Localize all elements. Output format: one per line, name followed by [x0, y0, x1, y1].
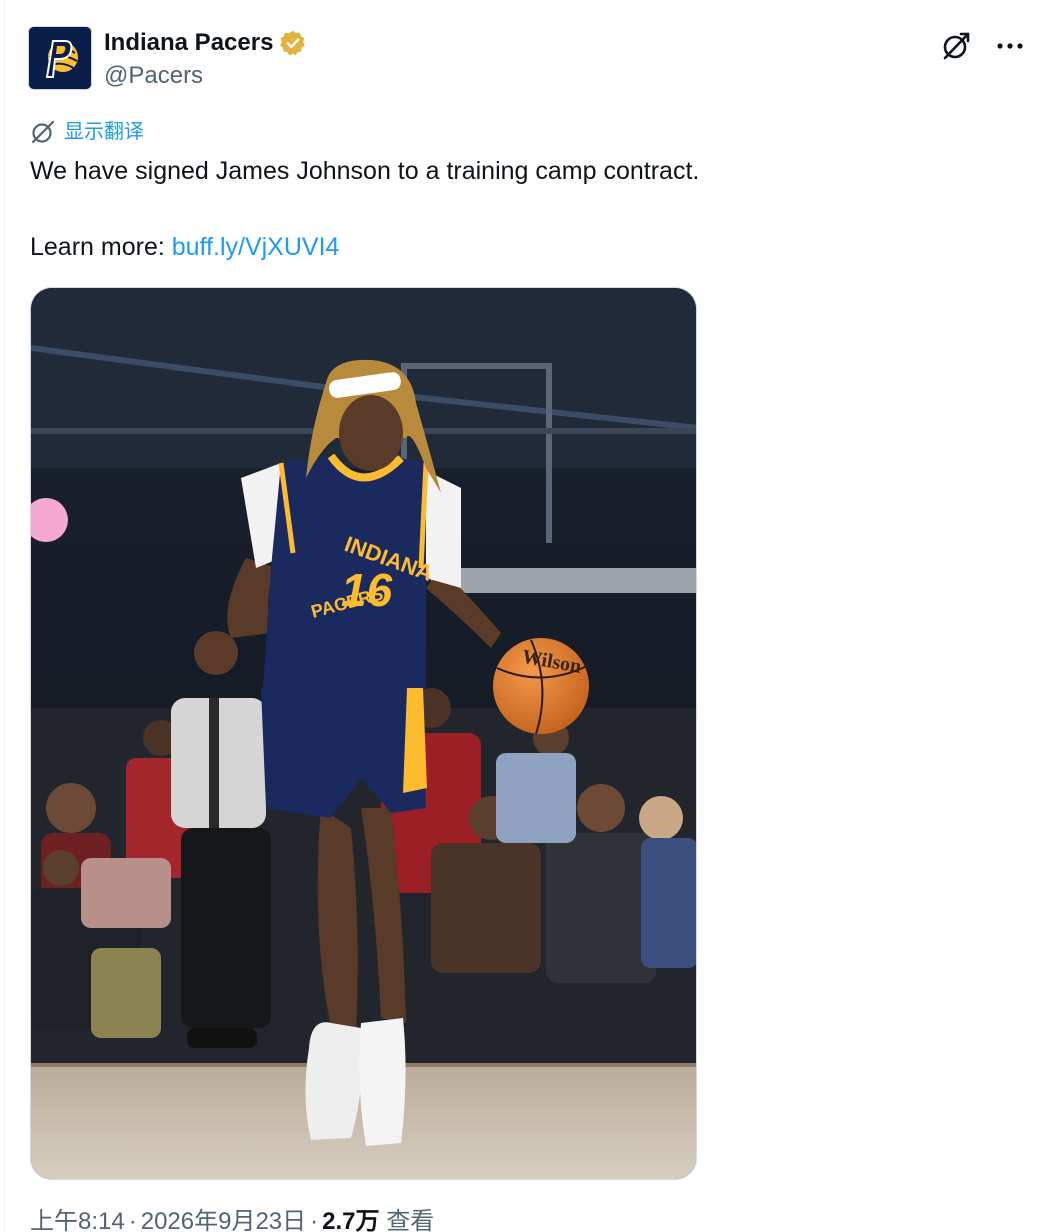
- author-names: Indiana Pacers @Pacers: [104, 26, 307, 92]
- show-translation-button[interactable]: 显示翻译: [30, 118, 144, 146]
- tweet-photo[interactable]: INDIANA 16 PACERS Wilson: [30, 287, 697, 1180]
- views-count[interactable]: 2.7万: [322, 1208, 379, 1232]
- show-translation-label[interactable]: 显示翻译: [64, 118, 144, 146]
- meta-separator: ·: [310, 1208, 319, 1232]
- tweet-date[interactable]: 2026年9月23日: [141, 1208, 306, 1232]
- translate-icon: [30, 119, 56, 145]
- views-label: 查看: [386, 1208, 435, 1232]
- avatar[interactable]: [28, 26, 92, 90]
- tweet-link[interactable]: buff.ly/VjXUVI4: [172, 233, 340, 261]
- grok-icon[interactable]: [938, 28, 974, 64]
- tweet-actions: [938, 28, 1028, 64]
- display-name[interactable]: Indiana Pacers: [104, 29, 273, 57]
- learn-more-prefix: Learn more:: [30, 233, 172, 261]
- tweet-text-line: We have signed James Johnson to a traini…: [30, 157, 700, 185]
- tweet-time[interactable]: 上午8:14: [30, 1208, 125, 1232]
- pacers-logo-icon: [29, 27, 91, 89]
- more-options-icon[interactable]: [992, 28, 1028, 64]
- display-name-row: Indiana Pacers: [104, 26, 307, 60]
- tweet-header: Indiana Pacers @Pacers: [28, 26, 1028, 92]
- player-photo-image: INDIANA 16 PACERS Wilson: [31, 288, 696, 1179]
- author-handle[interactable]: @Pacers: [104, 60, 307, 92]
- tweet-learn-more-line: Learn more: buff.ly/VjXUVI4: [30, 228, 990, 266]
- meta-separator: ·: [128, 1208, 137, 1232]
- timeline-border: [4, 0, 5, 1232]
- tweet-text: We have signed James Johnson to a traini…: [30, 152, 990, 266]
- tweet-meta: 上午8:14 · 2026年9月23日 · 2.7万 查看: [30, 1206, 434, 1232]
- verified-badge-icon[interactable]: [279, 29, 307, 57]
